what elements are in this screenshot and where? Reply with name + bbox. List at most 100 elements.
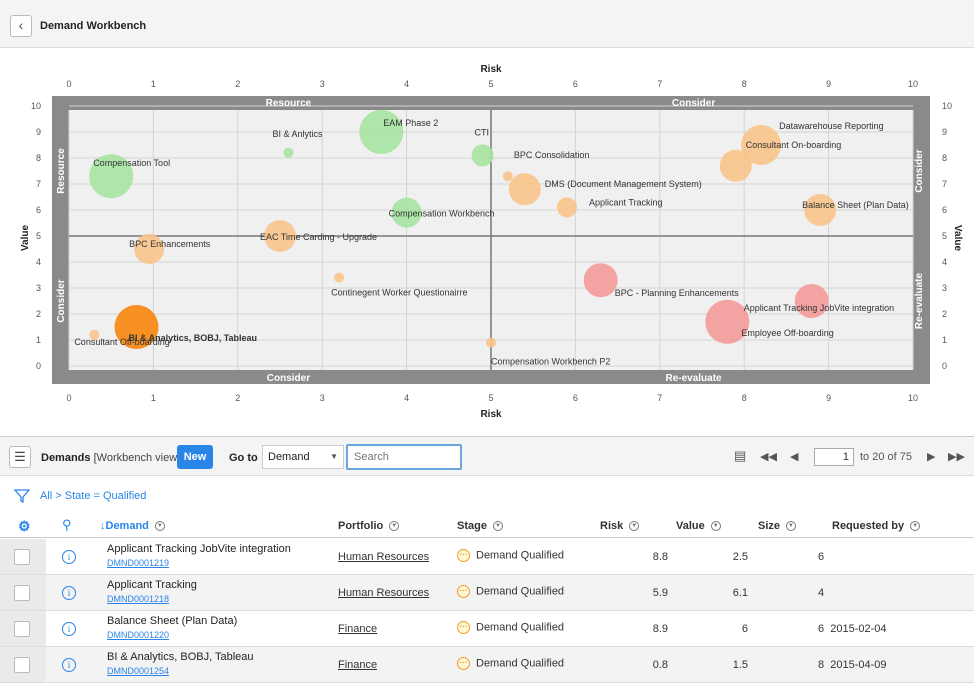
- risk-cell: 0.8: [652, 659, 668, 671]
- caret-down-icon: ▼: [330, 452, 338, 461]
- gear-icon[interactable]: ⚙: [18, 518, 31, 535]
- y-tick-label-left: 5: [36, 231, 41, 241]
- risk-cell: 8.9: [652, 623, 668, 635]
- bubble-point[interactable]: [508, 173, 541, 206]
- bubble-chart: Resource Consider Consider Re-evaluate Resou…: [0, 48, 974, 436]
- x-tick-label-bottom: 0: [66, 393, 71, 403]
- value-cell: 6: [741, 623, 748, 635]
- bubble-label: BPC - Planning Enhancements: [615, 288, 740, 298]
- new-button[interactable]: New: [177, 445, 213, 469]
- bubble-point[interactable]: [359, 110, 404, 154]
- search-icon[interactable]: ⚲: [62, 517, 72, 533]
- y-tick-label-right: 7: [942, 179, 947, 189]
- y-tick-label-left: 4: [36, 257, 41, 267]
- y-tick-label-left: 2: [36, 309, 41, 319]
- info-icon[interactable]: i: [62, 550, 76, 564]
- bubble-point[interactable]: [486, 337, 496, 348]
- portfolio-link[interactable]: Finance: [338, 623, 377, 635]
- bubble-point[interactable]: [804, 194, 837, 226]
- stage-label: Demand Qualified: [476, 657, 565, 670]
- col-stage[interactable]: Stage ▼: [457, 520, 503, 532]
- col-value-label: Value: [676, 520, 705, 532]
- table-header: ⚙ ⚲ ↓Demand ▼ Portfolio ▼ Stage ▼ Risk ▼ Val…: [0, 516, 974, 538]
- info-icon[interactable]: i: [62, 622, 76, 636]
- col-menu-icon[interactable]: ▼: [154, 521, 165, 532]
- next-page-icon[interactable]: ▶: [927, 450, 935, 463]
- demand-id-link[interactable]: DMND0001254: [107, 666, 169, 676]
- y-tick-label-left: 7: [36, 179, 41, 189]
- bubble-point[interactable]: [502, 171, 513, 182]
- col-menu-icon[interactable]: ▼: [629, 521, 640, 532]
- portfolio-link[interactable]: Finance: [338, 659, 377, 671]
- col-requested-by[interactable]: Requested by ▼: [832, 520, 921, 532]
- table-row[interactable]: i BI & Analytics, BOBJ, Tableau DMND0001…: [0, 647, 974, 683]
- info-icon[interactable]: i: [62, 586, 76, 600]
- col-menu-icon[interactable]: ▼: [710, 521, 721, 532]
- size-value: 6: [818, 623, 825, 635]
- search-input[interactable]: [346, 444, 462, 470]
- y-tick-label-left: 1: [36, 335, 41, 345]
- stage-label: Demand Qualified: [476, 549, 565, 562]
- filter-icon[interactable]: [14, 488, 30, 504]
- stage-cell: ··· Demand Qualified: [457, 585, 564, 598]
- col-value[interactable]: Value ▼: [676, 520, 721, 532]
- x-tick-label-top: 8: [742, 79, 747, 89]
- col-size[interactable]: Size ▼: [758, 520, 797, 532]
- y-axis-title-right: Value: [952, 225, 963, 252]
- comment-icon[interactable]: ▤: [734, 448, 746, 464]
- col-menu-icon[interactable]: ▼: [786, 521, 797, 532]
- size-requested-cell: 6 2015-02-04: [818, 623, 887, 635]
- x-tick-label-bottom: 7: [657, 393, 662, 403]
- demand-id-link[interactable]: DMND0001220: [107, 630, 169, 640]
- y-tick-label-left: 8: [36, 153, 41, 163]
- back-button[interactable]: ‹: [10, 15, 32, 37]
- list-menu-button[interactable]: ☰: [9, 446, 31, 468]
- prev-page-icon[interactable]: ◀: [790, 450, 798, 463]
- col-risk[interactable]: Risk ▼: [600, 520, 640, 532]
- row-checkbox[interactable]: [14, 621, 30, 637]
- goto-select[interactable]: Demand ▼: [262, 445, 344, 469]
- col-menu-icon[interactable]: ▼: [910, 521, 921, 532]
- y-tick-label-right: 0: [942, 361, 947, 371]
- bubble-point[interactable]: [283, 147, 294, 158]
- x-tick-label-bottom: 6: [573, 393, 578, 403]
- x-tick-label-top: 0: [66, 79, 71, 89]
- row-checkbox[interactable]: [14, 549, 30, 565]
- title-bar: ‹ Demand Workbench: [0, 0, 974, 48]
- page-number-input[interactable]: 1: [814, 448, 854, 466]
- row-checkbox[interactable]: [14, 585, 30, 601]
- quadrant-label-left-upper: Resource: [56, 148, 67, 194]
- col-demand[interactable]: ↓Demand ▼: [100, 520, 165, 532]
- portfolio-link[interactable]: Human Resources: [338, 551, 429, 563]
- col-menu-icon[interactable]: ▼: [389, 521, 400, 532]
- bubble-point[interactable]: [583, 263, 618, 298]
- x-tick-label-top: 7: [657, 79, 662, 89]
- col-portfolio-label: Portfolio: [338, 520, 384, 532]
- table-row[interactable]: i Applicant Tracking DMND0001218 Human R…: [0, 575, 974, 611]
- row-checkbox[interactable]: [14, 657, 30, 673]
- filter-breadcrumb[interactable]: All > State = Qualified: [40, 490, 146, 502]
- table-row[interactable]: i Applicant Tracking JobVite integration…: [0, 539, 974, 575]
- value-cell: 1.5: [732, 659, 748, 671]
- y-tick-label-right: 2: [942, 309, 947, 319]
- demand-id-link[interactable]: DMND0001218: [107, 594, 169, 604]
- list-title-label: Demands: [41, 452, 91, 464]
- table-row[interactable]: i Balance Sheet (Plan Data) DMND0001220 …: [0, 611, 974, 647]
- portfolio-link[interactable]: Human Resources: [338, 587, 429, 599]
- list-title: Demands [Workbench view]: [41, 452, 180, 464]
- chevron-left-icon: ‹: [18, 17, 24, 33]
- bubble-point[interactable]: [556, 197, 577, 218]
- col-menu-icon[interactable]: ▼: [492, 521, 503, 532]
- demand-name: BI & Analytics, BOBJ, Tableau: [107, 651, 254, 663]
- bubble-point[interactable]: [334, 272, 345, 283]
- bubble-point[interactable]: [719, 149, 752, 182]
- first-page-icon[interactable]: ◀◀: [760, 450, 777, 463]
- x-tick-label-bottom: 3: [320, 393, 325, 403]
- col-portfolio[interactable]: Portfolio ▼: [338, 520, 400, 532]
- bubble-label: Compensation Workbench P2: [491, 357, 610, 367]
- demand-id-link[interactable]: DMND0001219: [107, 558, 169, 568]
- info-icon[interactable]: i: [62, 658, 76, 672]
- bubble-point[interactable]: [471, 144, 494, 167]
- bubble-label: Continegent Worker Questionairre: [331, 288, 467, 298]
- last-page-icon[interactable]: ▶▶: [948, 450, 965, 463]
